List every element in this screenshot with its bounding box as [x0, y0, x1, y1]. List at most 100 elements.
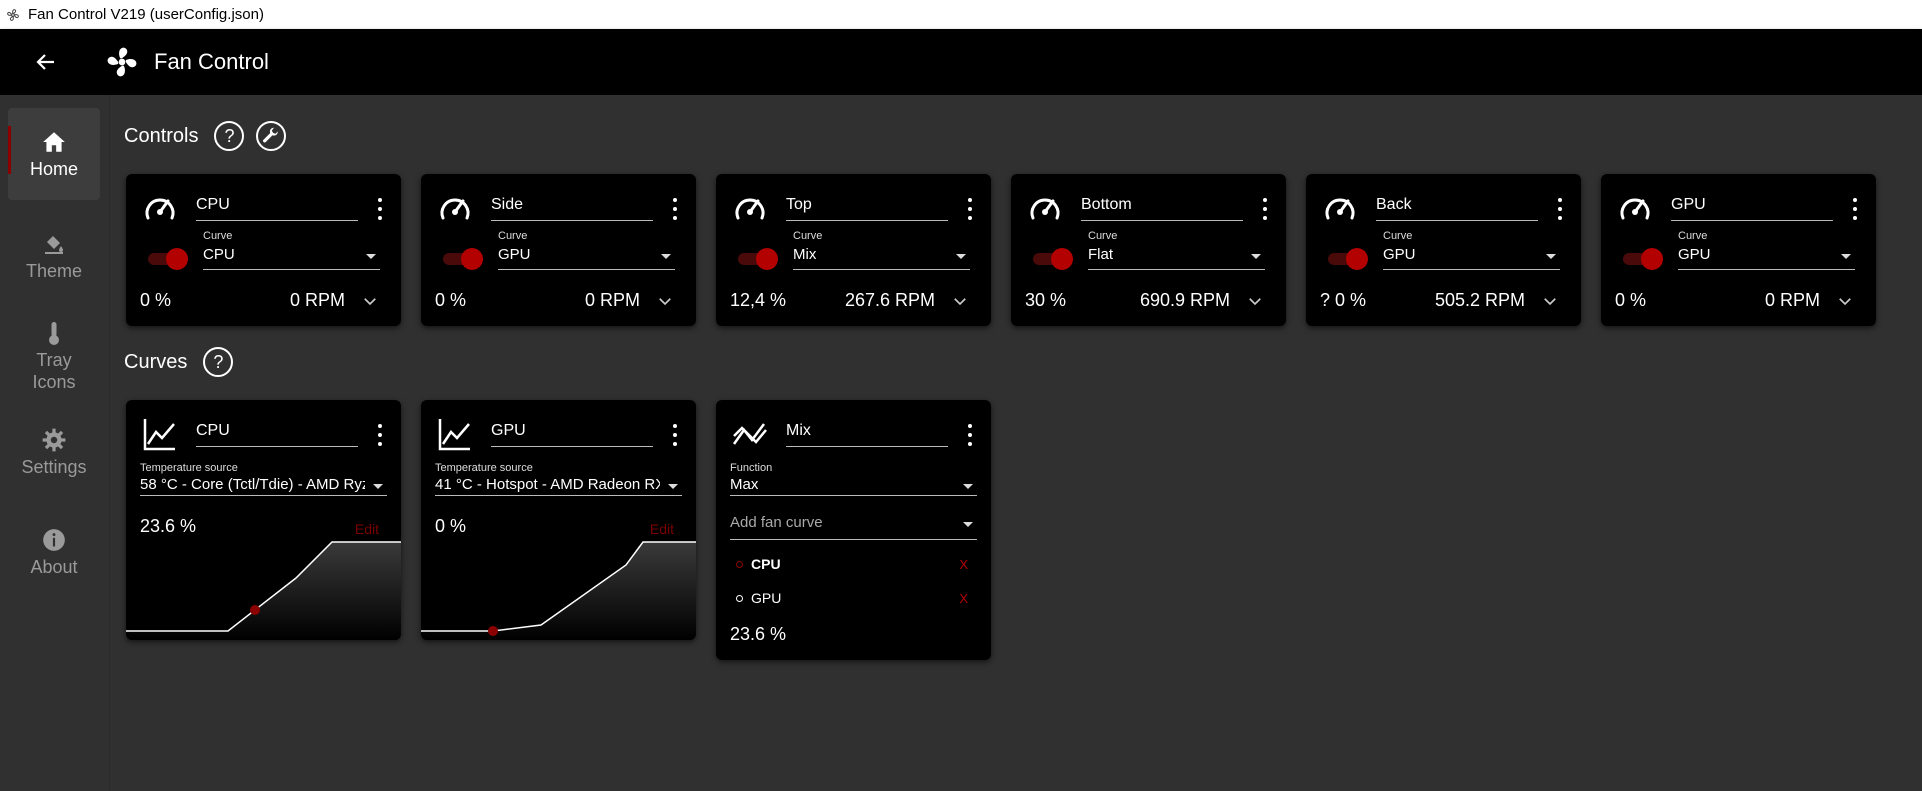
chevron-down-icon[interactable]	[1836, 292, 1854, 310]
add-fan-curve-placeholder: Add fan curve	[730, 514, 823, 531]
temperature-source-select[interactable]: Temperature source 41 °C - Hotspot - AMD…	[435, 462, 682, 496]
dropdown-caret-icon	[956, 254, 966, 259]
edit-curve-button[interactable]: Edit	[650, 521, 674, 537]
curve-select[interactable]: Curve GPU	[1383, 230, 1560, 270]
control-name-input[interactable]: Side	[491, 194, 653, 221]
curve-select[interactable]: Curve Flat	[1088, 230, 1265, 270]
curve-select[interactable]: Curve GPU	[1678, 230, 1855, 270]
back-arrow-icon[interactable]	[30, 46, 62, 78]
curve-name-input[interactable]: GPU	[491, 420, 653, 447]
help-icon[interactable]: ?	[203, 347, 234, 377]
bullet-icon	[736, 594, 743, 602]
control-rpm: 0 RPM	[289, 290, 345, 310]
dropdown-caret-icon	[373, 484, 383, 489]
control-name-input[interactable]: CPU	[196, 194, 358, 221]
enable-toggle[interactable]	[441, 246, 483, 272]
sidebar-item-tray-icons[interactable]: Tray Icons	[8, 306, 100, 406]
window-titlebar: Fan Control V219 (userConfig.json)	[0, 0, 1922, 29]
dropdown-caret-icon	[963, 522, 973, 527]
curve-select[interactable]: Curve GPU	[498, 230, 675, 270]
more-vert-icon[interactable]	[965, 424, 975, 446]
curves-heading: Curves ?	[124, 347, 234, 377]
curves-title: Curves	[124, 350, 188, 373]
control-readout: ? 0 % 505.2 RPM	[1320, 290, 1567, 314]
thermometer-icon	[40, 319, 68, 347]
bullet-icon	[736, 560, 743, 568]
sidebar-item-theme[interactable]: Theme	[8, 210, 100, 302]
more-vert-icon[interactable]	[670, 198, 680, 220]
wrench-icon[interactable]	[256, 121, 287, 151]
dropdown-caret-icon	[963, 484, 973, 489]
more-vert-icon[interactable]	[375, 424, 385, 446]
speedometer-icon	[142, 190, 178, 226]
control-card-bottom: Bottom Curve Flat 30 % 690.9 RPM	[1011, 174, 1286, 326]
remove-item-button[interactable]: X	[959, 591, 968, 606]
curve-name-input[interactable]: Mix	[786, 420, 948, 447]
control-rpm: 690.9 RPM	[1139, 290, 1230, 310]
control-readout: 0 % 0 RPM	[435, 290, 682, 314]
line-graph-icon	[437, 416, 473, 452]
more-vert-icon[interactable]	[1260, 198, 1270, 220]
enable-toggle[interactable]	[736, 246, 778, 272]
more-vert-icon[interactable]	[670, 424, 680, 446]
chevron-down-icon[interactable]	[1246, 292, 1264, 310]
curve-output-percent: 0 %	[435, 516, 467, 536]
curve-current-point	[250, 605, 260, 615]
curve-select[interactable]: Curve Mix	[793, 230, 970, 270]
app-title: Fan Control	[154, 49, 269, 74]
curve-select-label: Curve	[203, 230, 233, 242]
sidebar-item-home[interactable]: Home	[8, 108, 100, 200]
control-name-input[interactable]: Back	[1376, 194, 1538, 221]
speedometer-icon	[1027, 190, 1063, 226]
curve-output-percent: 23.6 %	[730, 624, 787, 644]
curve-card-cpu: CPU Temperature source 58 °C - Core (Tct…	[126, 400, 401, 640]
curve-select[interactable]: Curve CPU	[203, 230, 380, 270]
sidebar-item-label: About	[30, 557, 78, 577]
enable-toggle[interactable]	[1031, 246, 1073, 272]
chevron-down-icon[interactable]	[656, 292, 674, 310]
more-vert-icon[interactable]	[965, 198, 975, 220]
controls-heading: Controls ?	[124, 121, 287, 151]
chevron-down-icon[interactable]	[1541, 292, 1559, 310]
sidebar-item-label: Home	[29, 159, 78, 179]
enable-toggle[interactable]	[146, 246, 188, 272]
curve-name-input[interactable]: CPU	[196, 420, 358, 447]
control-percent: 30 %	[1025, 290, 1067, 310]
chevron-down-icon[interactable]	[951, 292, 969, 310]
dropdown-caret-icon	[1251, 254, 1261, 259]
control-name-input[interactable]: Bottom	[1081, 194, 1243, 221]
more-vert-icon[interactable]	[1850, 198, 1860, 220]
mix-item-name: CPU	[751, 556, 781, 572]
curve-select-value: Flat	[1088, 246, 1114, 263]
edit-curve-button[interactable]: Edit	[355, 521, 379, 537]
fan-app-icon	[4, 6, 22, 24]
chevron-down-icon[interactable]	[361, 292, 379, 310]
remove-item-button[interactable]: X	[959, 557, 968, 572]
dropdown-caret-icon	[366, 254, 376, 259]
enable-toggle[interactable]	[1621, 246, 1663, 272]
curve-select-value: CPU	[203, 246, 235, 263]
function-select[interactable]: Function Max	[730, 462, 977, 496]
add-fan-curve-select[interactable]: Add fan curve	[730, 510, 977, 540]
speedometer-icon	[732, 190, 768, 226]
curve-select-label: Curve	[1383, 230, 1413, 242]
mix-item-name: GPU	[751, 590, 782, 606]
curve-select-label: Curve	[1088, 230, 1118, 242]
temperature-source-select[interactable]: Temperature source 58 °C - Core (Tctl/Td…	[140, 462, 387, 496]
curve-current-point	[488, 626, 498, 636]
more-vert-icon[interactable]	[1555, 198, 1565, 220]
help-icon[interactable]: ?	[214, 121, 245, 151]
sidebar-item-settings[interactable]: Settings	[8, 411, 100, 493]
control-rpm: 267.6 RPM	[844, 290, 935, 310]
control-card-gpu: GPU Curve GPU 0 % 0 RPM	[1601, 174, 1876, 326]
curve-card-mix: Mix Function Max Add fan curve CPU X GPU…	[716, 400, 991, 660]
enable-toggle[interactable]	[1326, 246, 1368, 272]
control-name-input[interactable]: Top	[786, 194, 948, 221]
control-name-input[interactable]: GPU	[1671, 194, 1833, 221]
curve-graph[interactable]	[421, 540, 696, 640]
curve-graph[interactable]	[126, 540, 401, 640]
curve-select-value: GPU	[498, 246, 531, 263]
sidebar-item-about[interactable]: About	[8, 511, 100, 593]
sidebar-nav: Home Theme Tray Icons Settings About	[0, 95, 110, 791]
more-vert-icon[interactable]	[375, 198, 385, 220]
